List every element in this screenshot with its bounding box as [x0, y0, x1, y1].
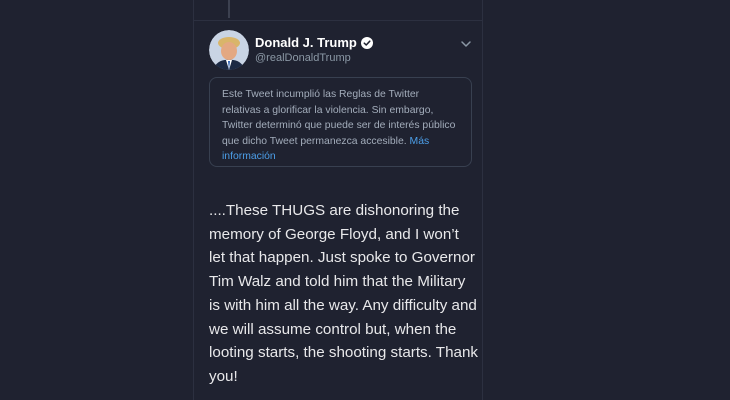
thread-connector-line	[228, 0, 230, 18]
verified-badge-icon	[360, 36, 373, 49]
policy-notice: Este Tweet incumplió las Reglas de Twitt…	[209, 77, 472, 167]
tweet-column: Donald J. Trump @realDonaldTrump Este Tw…	[193, 0, 483, 400]
tweet-body-text: ....These THUGS are dishonoring the memo…	[209, 202, 479, 385]
avatar[interactable]	[209, 30, 249, 70]
author-handle[interactable]: @realDonaldTrump	[255, 52, 351, 64]
author-display-name[interactable]: Donald J. Trump	[255, 35, 357, 50]
tweet-divider	[194, 20, 482, 21]
author-name-row: Donald J. Trump	[255, 35, 373, 50]
chevron-down-icon[interactable]	[459, 37, 473, 51]
